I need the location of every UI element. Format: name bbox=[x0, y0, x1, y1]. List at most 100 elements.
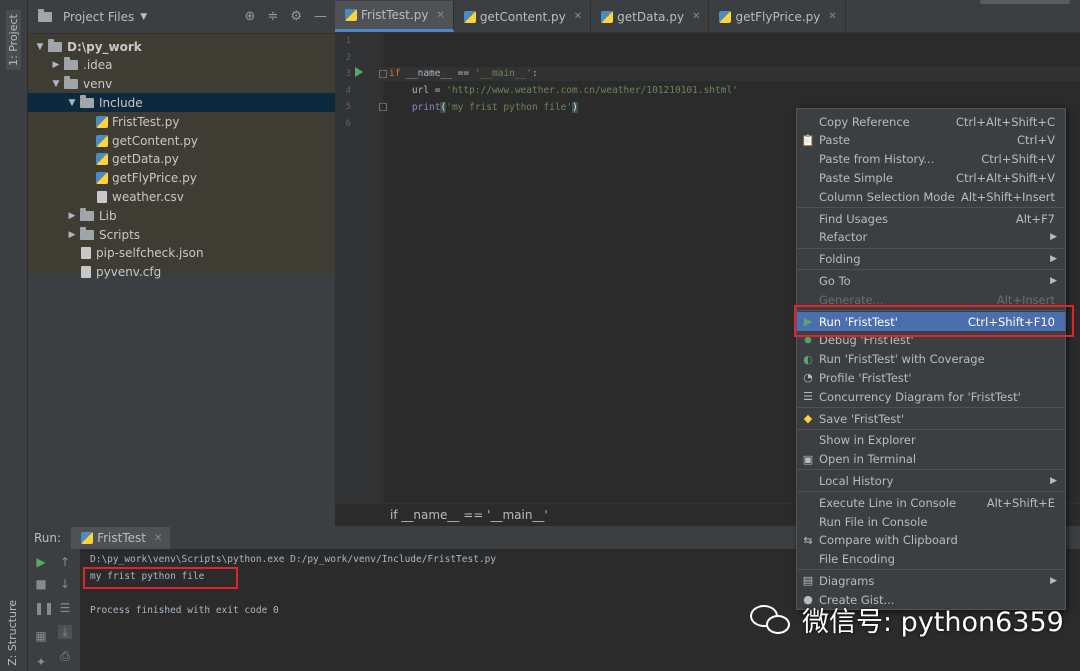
editor-tab[interactable]: getData.py ✕ bbox=[591, 1, 710, 32]
scrollbar-thumb[interactable] bbox=[980, 0, 1070, 4]
tree-item-label: venv bbox=[83, 77, 113, 92]
menu-item-label: Go To bbox=[819, 273, 851, 288]
gutter-run-icon[interactable] bbox=[355, 67, 363, 77]
tree-item[interactable]: ▶ Lib bbox=[28, 206, 335, 225]
python-file-icon bbox=[96, 172, 108, 185]
close-icon[interactable]: ✕ bbox=[692, 11, 700, 22]
menu-separator bbox=[797, 247, 1065, 249]
menu-item[interactable]: ◐ Run 'FristTest' with Coverage bbox=[797, 350, 1065, 369]
close-icon[interactable]: ✕ bbox=[828, 11, 836, 22]
tree-item[interactable]: ▼ venv bbox=[28, 75, 335, 94]
wechat-watermark: 微信号: python6359 bbox=[750, 600, 1064, 639]
menu-item[interactable]: Find Usages Alt+F7 bbox=[797, 209, 1065, 228]
python-file-icon bbox=[719, 10, 732, 23]
menu-item[interactable]: ▤ Diagrams ▶ bbox=[797, 571, 1065, 590]
console-line: Process finished with exit code 0 bbox=[90, 605, 279, 616]
menu-item[interactable]: File Encoding bbox=[797, 550, 1065, 569]
chevron-down-icon[interactable]: ▼ bbox=[50, 79, 62, 89]
tree-item[interactable]: ▼ D:\py_work bbox=[28, 37, 335, 56]
editor-tab[interactable]: getContent.py ✕ bbox=[454, 1, 592, 32]
output-highlight-box bbox=[83, 567, 238, 589]
console-line: D:\py_work\venv\Scripts\python.exe D:/py… bbox=[90, 554, 497, 565]
watermark-text: 微信号: python6359 bbox=[802, 607, 1064, 638]
structure-tool-tab[interactable]: Z: Structure bbox=[6, 600, 19, 666]
close-icon[interactable]: ✕ bbox=[154, 533, 162, 544]
code-string: 'my frist python file' bbox=[446, 102, 573, 113]
close-icon[interactable]: ✕ bbox=[574, 11, 582, 22]
project-view-selector[interactable]: Project Files bbox=[63, 10, 134, 24]
tree-item[interactable]: getFlyPrice.py bbox=[28, 169, 335, 188]
tool-window-strip: 1: Project Z: Structure bbox=[0, 0, 28, 671]
menu-item[interactable]: Column Selection Mode Alt+Shift+Insert bbox=[797, 187, 1065, 206]
menu-item[interactable]: ◆ Save 'FristTest' bbox=[797, 409, 1065, 428]
chevron-down-icon[interactable]: ▼ bbox=[140, 12, 147, 22]
hide-icon[interactable]: — bbox=[314, 9, 327, 24]
tree-item[interactable]: getContent.py bbox=[28, 131, 335, 150]
menu-item-label: Find Usages bbox=[819, 211, 889, 226]
tree-item[interactable]: getData.py bbox=[28, 150, 335, 169]
tree-item[interactable]: ▶ Scripts bbox=[28, 225, 335, 244]
project-tree: ▼ D:\py_work ▶ .idea ▼ venv ▼ Include FristTest.… bbox=[28, 34, 335, 279]
menu-item-label: Profile 'FristTest' bbox=[819, 370, 912, 385]
folder-icon bbox=[48, 38, 62, 52]
pin-icon[interactable]: ✦ bbox=[34, 655, 48, 669]
menu-item[interactable]: ▣ Open in Terminal bbox=[797, 450, 1065, 469]
editor-tab-label: getFlyPrice.py bbox=[735, 9, 821, 24]
chevron-right-icon[interactable]: ▶ bbox=[66, 211, 78, 221]
tree-item[interactable]: weather.csv bbox=[28, 187, 335, 206]
gear-icon[interactable]: ⚙ bbox=[290, 9, 302, 24]
stop-icon[interactable]: ■ bbox=[34, 577, 48, 591]
fold-marker-icon[interactable] bbox=[379, 70, 387, 78]
layout-icon[interactable]: ▦ bbox=[34, 629, 48, 643]
rerun-icon[interactable]: ▶ bbox=[34, 555, 48, 569]
submenu-arrow-icon: ▶ bbox=[1050, 254, 1057, 265]
run-panel-label: Run: bbox=[34, 531, 62, 545]
menu-item[interactable]: Paste Simple Ctrl+Alt+Shift+V bbox=[797, 168, 1065, 187]
fold-marker-icon[interactable] bbox=[379, 103, 387, 111]
tree-item[interactable]: pyvenv.cfg bbox=[28, 263, 335, 282]
chevron-right-icon[interactable]: ▶ bbox=[66, 230, 78, 240]
chevron-down-icon[interactable]: ▼ bbox=[34, 42, 46, 52]
tree-item[interactable]: ▼ Include bbox=[28, 93, 335, 113]
chevron-down-icon[interactable]: ▼ bbox=[66, 98, 78, 108]
menu-item[interactable]: Show in Explorer bbox=[797, 431, 1065, 450]
breadcrumb-text[interactable]: if __name__ == '__main__' bbox=[390, 508, 548, 522]
tree-item[interactable]: pip-selfcheck.json bbox=[28, 244, 335, 263]
csv-file-icon bbox=[97, 190, 107, 203]
menu-item-label: Copy Reference bbox=[819, 114, 910, 129]
scroll-to-end-icon[interactable]: ⤓ bbox=[58, 625, 72, 639]
menu-item-label: Run 'FristTest' with Coverage bbox=[819, 352, 985, 367]
menu-item[interactable]: Paste from History... Ctrl+Shift+V bbox=[797, 150, 1065, 169]
soft-wrap-icon[interactable]: ☰ bbox=[58, 601, 72, 615]
editor-tab[interactable]: getFlyPrice.py ✕ bbox=[709, 1, 846, 32]
project-tool-tab[interactable]: 1: Project bbox=[6, 10, 21, 70]
print-icon[interactable]: ⎙ bbox=[58, 649, 72, 663]
editor-tab[interactable]: FristTest.py ✕ bbox=[335, 1, 454, 32]
up-arrow-icon[interactable]: ↑ bbox=[58, 555, 72, 569]
down-arrow-icon[interactable]: ↓ bbox=[58, 577, 72, 591]
menu-item-shortcut: Ctrl+V bbox=[1017, 133, 1055, 148]
menu-item[interactable]: Folding ▶ bbox=[797, 250, 1065, 269]
collapse-all-icon[interactable]: ≑ bbox=[267, 9, 278, 24]
tree-item[interactable]: FristTest.py bbox=[28, 112, 335, 131]
locate-icon[interactable]: ⊕ bbox=[245, 9, 256, 24]
menu-item[interactable]: Go To ▶ bbox=[797, 271, 1065, 290]
menu-item[interactable]: ⇆ Compare with Clipboard bbox=[797, 531, 1065, 550]
tree-item[interactable]: ▶ .idea bbox=[28, 56, 335, 75]
menu-item[interactable]: ☰ Concurrency Diagram for 'FristTest' bbox=[797, 387, 1065, 406]
pause-icon[interactable]: ❚❚ bbox=[34, 601, 54, 615]
menu-item[interactable]: Execute Line in Console Alt+Shift+E bbox=[797, 493, 1065, 512]
menu-item[interactable]: Copy Reference Ctrl+Alt+Shift+C bbox=[797, 112, 1065, 131]
menu-item-label: Paste Simple bbox=[819, 170, 893, 185]
compare-icon: ⇆ bbox=[803, 533, 813, 547]
close-icon[interactable]: ✕ bbox=[436, 10, 444, 21]
menu-item[interactable]: Refactor ▶ bbox=[797, 228, 1065, 247]
menu-item[interactable]: ◔ Profile 'FristTest' bbox=[797, 368, 1065, 387]
menu-item[interactable]: Run File in Console bbox=[797, 512, 1065, 531]
chevron-right-icon[interactable]: ▶ bbox=[50, 60, 62, 70]
code-string: 'http://www.weather.com.cn/weather/10121… bbox=[446, 85, 738, 96]
menu-item[interactable]: 📋 Paste Ctrl+V bbox=[797, 131, 1065, 150]
folder-icon bbox=[80, 226, 94, 240]
menu-item[interactable]: Local History ▶ bbox=[797, 471, 1065, 490]
run-tab-fristtest[interactable]: FristTest ✕ bbox=[71, 527, 171, 549]
